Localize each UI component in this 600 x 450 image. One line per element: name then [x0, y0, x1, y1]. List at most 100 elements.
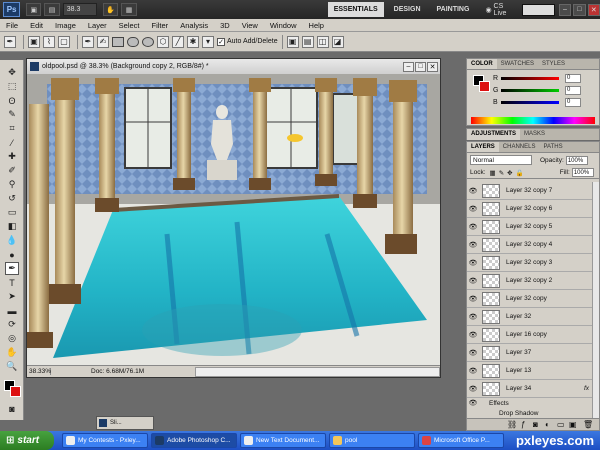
tab-adjustments[interactable]: ADJUSTMENTS [467, 129, 521, 140]
menu-filter[interactable]: Filter [146, 21, 175, 30]
layer-row[interactable]: 👁 Layer 32 copy 5 [467, 218, 593, 236]
marquee-tool-icon[interactable]: ⬚ [5, 80, 19, 93]
color-spectrum-bar[interactable] [471, 117, 595, 124]
green-value-field[interactable]: 0 [565, 85, 581, 95]
clone-stamp-icon[interactable]: ⚲ [5, 178, 19, 191]
taskbar-item-pool[interactable]: pool [329, 433, 415, 448]
layer-row[interactable]: 👁 Layer 32 [467, 308, 593, 326]
tab-color[interactable]: COLOR [467, 59, 497, 69]
cs-live-button[interactable]: ◉ CS Live [485, 3, 516, 17]
doc-close-button[interactable]: ✕ [427, 61, 438, 72]
workspace-essentials-button[interactable]: ESSENTIALS [327, 2, 384, 17]
tab-layers[interactable]: LAYERS [467, 142, 499, 152]
taskbar-item-photoshop[interactable]: Adobe Photoshop C... [151, 433, 237, 448]
layer-row[interactable]: 👁 Layer 32 copy [467, 290, 593, 308]
menu-layer[interactable]: Layer [82, 21, 113, 30]
3d-orbit-icon[interactable]: ◎ [5, 332, 19, 345]
eraser-tool-icon[interactable]: ▭ [5, 206, 19, 219]
search-input[interactable] [522, 3, 555, 16]
document-zoom-readout[interactable]: 38.33% [27, 368, 51, 375]
new-group-icon[interactable]: ▭ [557, 420, 565, 429]
brush-tool-icon[interactable]: ✐ [5, 164, 19, 177]
rounded-rectangle-icon[interactable] [127, 36, 139, 47]
link-layers-icon[interactable]: ⛓ [507, 420, 517, 429]
add-style-icon[interactable]: ƒ [521, 420, 525, 429]
visibility-eye-icon[interactable]: 👁 [467, 187, 479, 195]
blur-tool-icon[interactable]: 💧 [5, 234, 19, 247]
path-subtract-icon[interactable]: ▤ [301, 35, 314, 48]
shape-layers-icon[interactable]: ▣ [28, 35, 40, 48]
menu-file[interactable]: File [0, 21, 24, 30]
freeform-pen-icon[interactable]: ✍ [97, 35, 109, 48]
layer-row[interactable]: 👁 Layer 37 [467, 344, 593, 362]
color-background-swatch[interactable] [479, 81, 490, 92]
slider-blue[interactable]: B 0 [493, 96, 599, 108]
hand-tool-icon[interactable]: ✋ [103, 3, 119, 16]
tab-styles[interactable]: STYLES [538, 59, 569, 69]
visibility-eye-icon[interactable]: 👁 [467, 313, 479, 321]
lock-all-icon[interactable]: 🔒 [516, 169, 524, 177]
layer-row[interactable]: 👁 Layer 13 [467, 362, 593, 380]
delete-layer-icon[interactable]: 🗑 [583, 420, 593, 429]
layer-row[interactable]: 👁 Layer 32 copy 3 [467, 254, 593, 272]
zoom-tool-icon[interactable]: 🔍 [5, 360, 19, 373]
pen-tool-preset-icon[interactable]: ✒ [4, 35, 16, 48]
crop-tool-icon[interactable]: ⌗ [5, 122, 19, 135]
layer-row[interactable]: 👁 Layer 32 copy 6 [467, 200, 593, 218]
visibility-eye-icon[interactable]: 👁 [467, 295, 479, 303]
taskbar-item-contests[interactable]: My Contests - Pxley... [62, 433, 148, 448]
layer-row[interactable]: 👁 Layer 32 copy 4 [467, 236, 593, 254]
workspace-painting-button[interactable]: PAINTING [431, 2, 476, 17]
fill-field[interactable]: 100% [571, 168, 594, 177]
dodge-tool-icon[interactable]: ● [5, 248, 19, 261]
background-color-swatch[interactable] [10, 386, 21, 397]
doc-minimize-button[interactable]: – [403, 61, 414, 72]
line-icon[interactable]: ╱ [172, 35, 184, 48]
menu-view[interactable]: View [236, 21, 264, 30]
visibility-eye-icon[interactable]: 👁 [467, 367, 479, 375]
menu-help[interactable]: Help [303, 21, 330, 30]
tab-paths[interactable]: PATHS [539, 142, 566, 152]
mini-bridge-icon[interactable]: ▤ [44, 3, 60, 16]
hand-tool-icon[interactable]: ✋ [5, 346, 19, 359]
opacity-field[interactable]: 100% [565, 155, 588, 165]
minimized-document[interactable]: Sli... [96, 416, 154, 430]
quick-selection-tool-icon[interactable]: ✎ [5, 108, 19, 121]
document-size-info[interactable]: Doc: 6.68M/76.1M [51, 368, 144, 375]
bridge-icon[interactable]: ▣ [26, 3, 42, 16]
doc-maximize-button[interactable]: □ [415, 61, 426, 72]
pen-icon[interactable]: ✒ [82, 35, 94, 48]
menu-analysis[interactable]: Analysis [174, 21, 214, 30]
add-mask-icon[interactable]: ◙ [533, 420, 538, 429]
layer-row[interactable]: 👁 Layer 16 copy [467, 326, 593, 344]
visibility-eye-icon[interactable]: 👁 [467, 385, 479, 393]
red-value-field[interactable]: 0 [565, 73, 581, 83]
visibility-eye-icon[interactable]: 👁 [467, 349, 479, 357]
tab-swatches[interactable]: SWATCHES [497, 59, 538, 69]
eyedropper-tool-icon[interactable]: ⁄ [5, 136, 19, 149]
layer-effects-badge[interactable]: fx [584, 385, 589, 392]
path-add-icon[interactable]: ▣ [286, 35, 299, 48]
workspace-design-button[interactable]: DESIGN [388, 2, 427, 17]
ellipse-icon[interactable] [142, 36, 154, 47]
history-brush-icon[interactable]: ↺ [5, 192, 19, 205]
paths-mode-icon[interactable]: ⌇ [43, 35, 55, 48]
canvas[interactable] [27, 74, 440, 365]
menu-select[interactable]: Select [113, 21, 146, 30]
lock-brush-icon[interactable]: ✎ [499, 169, 504, 177]
drop-shadow-row[interactable]: Drop Shadow [467, 408, 593, 418]
lock-transparency-icon[interactable]: ▦ [490, 169, 496, 177]
path-exclude-icon[interactable]: ◪ [331, 35, 344, 48]
visibility-eye-icon[interactable]: 👁 [467, 259, 479, 267]
visibility-eye-icon[interactable]: 👁 [467, 277, 479, 285]
tab-channels[interactable]: CHANNELS [499, 142, 540, 152]
lasso-tool-icon[interactable]: ʘ [5, 94, 19, 107]
layer-row[interactable]: 👁 Layer 34 fx [467, 380, 593, 398]
effects-eye-icon[interactable]: 👁 [467, 399, 479, 407]
gradient-tool-icon[interactable]: ◧ [5, 220, 19, 233]
visibility-eye-icon[interactable]: 👁 [467, 205, 479, 213]
menu-3d[interactable]: 3D [214, 21, 236, 30]
menu-window[interactable]: Window [264, 21, 303, 30]
move-tool-icon[interactable]: ✥ [5, 66, 19, 79]
blue-value-field[interactable]: 0 [565, 97, 581, 107]
